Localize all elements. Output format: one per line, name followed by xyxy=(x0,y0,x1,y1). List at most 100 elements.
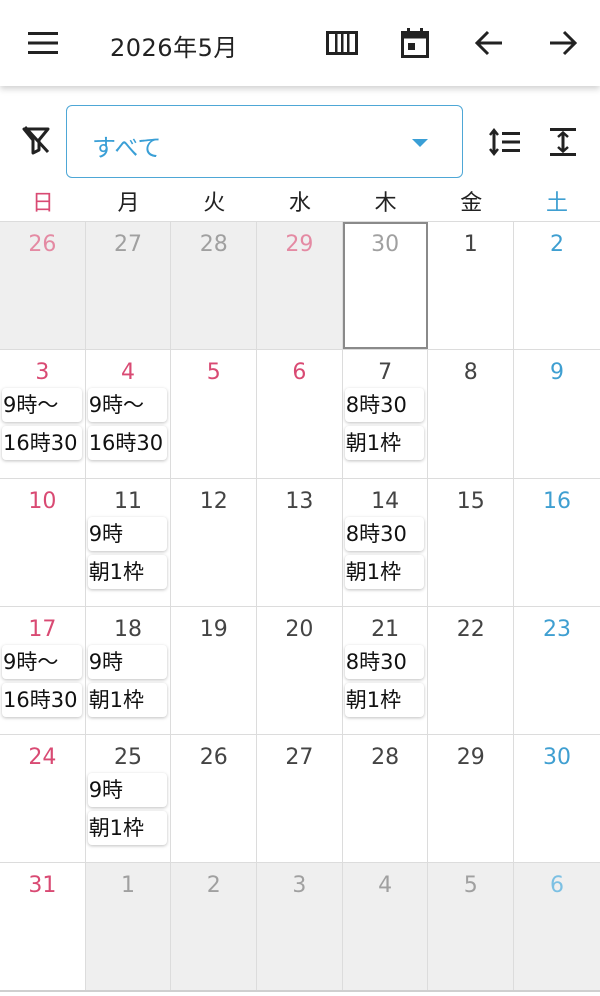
day-number: 17 xyxy=(28,616,57,642)
weekday-thu: 木 xyxy=(374,191,397,216)
day-cell[interactable]: 25 9時 朝1枠 xyxy=(85,735,172,863)
expand-vertical-icon xyxy=(550,128,576,156)
day-cell[interactable]: 6 xyxy=(257,350,343,478)
day-cell[interactable]: 27 xyxy=(257,735,343,863)
day-cell[interactable]: 15 xyxy=(428,478,515,606)
event-chip[interactable]: 8時30 xyxy=(344,516,425,551)
day-cell[interactable]: 21 8時30 朝1枠 xyxy=(342,606,429,735)
arrow-right-icon xyxy=(550,30,577,56)
event-chip[interactable]: 9時 xyxy=(87,644,168,679)
day-cell[interactable]: 28 xyxy=(171,222,258,350)
weekday-header: 日 月 火 水 木 金 土 xyxy=(0,186,600,222)
weekday-tue: 火 xyxy=(203,191,226,216)
day-number: 4 xyxy=(121,360,136,386)
day-cell[interactable]: 23 xyxy=(514,606,600,735)
day-cell[interactable]: 5 xyxy=(428,863,515,991)
day-cell[interactable]: 20 xyxy=(257,606,343,735)
event-chip[interactable]: 朝1枠 xyxy=(87,554,168,589)
day-cell[interactable]: 12 xyxy=(171,478,258,606)
weekday-mon: 月 xyxy=(117,191,140,216)
day-cell[interactable]: 1 xyxy=(428,222,515,350)
event-chip[interactable]: 9時〜 xyxy=(2,388,82,423)
day-number: 21 xyxy=(371,616,400,642)
event-chip[interactable]: 16時30 xyxy=(2,682,82,717)
day-cell[interactable]: 17 9時〜 16時30 xyxy=(0,606,86,735)
day-cell[interactable]: 5 xyxy=(171,350,258,478)
day-cell[interactable]: 9 xyxy=(514,350,600,478)
app-bar: 2026年5月 xyxy=(0,0,600,86)
event-chip[interactable]: 9時〜 xyxy=(2,644,82,679)
day-cell[interactable]: 2 xyxy=(514,222,600,350)
day-cell[interactable]: 8 xyxy=(428,350,515,478)
day-cell[interactable]: 11 9時 朝1枠 xyxy=(85,478,172,606)
event-chip[interactable]: 9時〜 xyxy=(87,388,168,423)
event-chip[interactable]: 朝1枠 xyxy=(344,554,425,589)
day-number: 6 xyxy=(292,360,307,386)
event-chip[interactable]: 8時30 xyxy=(344,644,425,679)
filter-selected-value: すべて xyxy=(92,134,162,162)
day-number: 28 xyxy=(371,745,400,771)
day-cell[interactable]: 28 xyxy=(342,735,429,863)
day-cell[interactable]: 30 xyxy=(514,735,600,863)
day-cell[interactable]: 31 xyxy=(0,863,86,991)
day-cell[interactable]: 26 xyxy=(171,735,258,863)
day-number: 11 xyxy=(114,488,143,514)
event-chip[interactable]: 16時30 xyxy=(2,426,82,461)
next-month-button[interactable] xyxy=(541,21,585,65)
filter-row: すべて xyxy=(0,86,600,190)
day-cell[interactable]: 29 xyxy=(257,222,343,350)
day-number: 15 xyxy=(456,488,485,514)
day-number: 13 xyxy=(285,488,314,514)
row-height-button[interactable] xyxy=(485,122,525,162)
day-cell[interactable]: 18 9時 朝1枠 xyxy=(85,606,172,735)
menu-button[interactable] xyxy=(21,21,65,65)
day-cell[interactable]: 27 xyxy=(85,222,172,350)
menu-icon xyxy=(28,32,58,54)
day-cell[interactable]: 29 xyxy=(428,735,515,863)
day-cell[interactable]: 7 8時30 朝1枠 xyxy=(342,350,429,478)
event-chip[interactable]: 16時30 xyxy=(87,426,168,461)
week-row: 31 1 2 3 4 5 6 xyxy=(0,863,600,992)
event-chip[interactable]: 朝1枠 xyxy=(87,811,168,846)
day-number: 26 xyxy=(28,232,57,257)
day-cell[interactable]: 4 xyxy=(342,863,429,991)
day-number: 27 xyxy=(114,232,143,257)
day-cell[interactable]: 14 8時30 朝1枠 xyxy=(342,478,429,606)
day-number: 30 xyxy=(371,232,400,257)
day-number: 4 xyxy=(378,873,393,899)
day-cell[interactable]: 22 xyxy=(428,606,515,735)
day-cell[interactable]: 24 xyxy=(0,735,86,863)
day-cell[interactable]: 1 xyxy=(85,863,172,991)
expand-rows-button[interactable] xyxy=(543,122,583,162)
day-cell[interactable]: 3 9時〜 16時30 xyxy=(0,350,86,478)
event-chip[interactable]: 朝1枠 xyxy=(344,682,425,717)
event-chip[interactable]: 9時 xyxy=(87,516,168,551)
month-title: 2026年5月 xyxy=(110,34,238,62)
day-cell[interactable]: 4 9時〜 16時30 xyxy=(85,350,172,478)
day-cell[interactable]: 16 xyxy=(514,478,600,606)
today-button[interactable] xyxy=(393,21,437,65)
filter-select[interactable]: すべて xyxy=(66,105,463,178)
day-number: 2 xyxy=(549,232,564,257)
day-cell[interactable]: 3 xyxy=(257,863,343,991)
day-cell[interactable]: 6 xyxy=(514,863,600,991)
day-cell[interactable]: 2 xyxy=(171,863,258,991)
day-number: 25 xyxy=(114,745,143,771)
week-view-button[interactable] xyxy=(320,21,364,65)
event-chip[interactable]: 朝1枠 xyxy=(87,682,168,717)
event-chip[interactable]: 朝1枠 xyxy=(344,426,425,461)
day-cell[interactable]: 13 xyxy=(257,478,343,606)
day-number: 10 xyxy=(28,488,57,514)
day-cell[interactable]: 26 xyxy=(0,222,86,350)
dropdown-caret-icon xyxy=(412,139,428,147)
day-cell-today[interactable]: 30 xyxy=(342,222,429,350)
day-cell[interactable]: 19 xyxy=(171,606,258,735)
event-chip[interactable]: 9時 xyxy=(87,773,168,808)
prev-month-button[interactable] xyxy=(467,21,511,65)
clear-filter-button[interactable] xyxy=(16,120,56,160)
day-cell[interactable]: 10 xyxy=(0,478,86,606)
view-week-icon xyxy=(326,31,358,55)
event-chip[interactable]: 8時30 xyxy=(344,388,425,423)
week-row: 24 25 9時 朝1枠 26 27 28 29 30 xyxy=(0,735,600,864)
day-number: 29 xyxy=(456,745,485,771)
